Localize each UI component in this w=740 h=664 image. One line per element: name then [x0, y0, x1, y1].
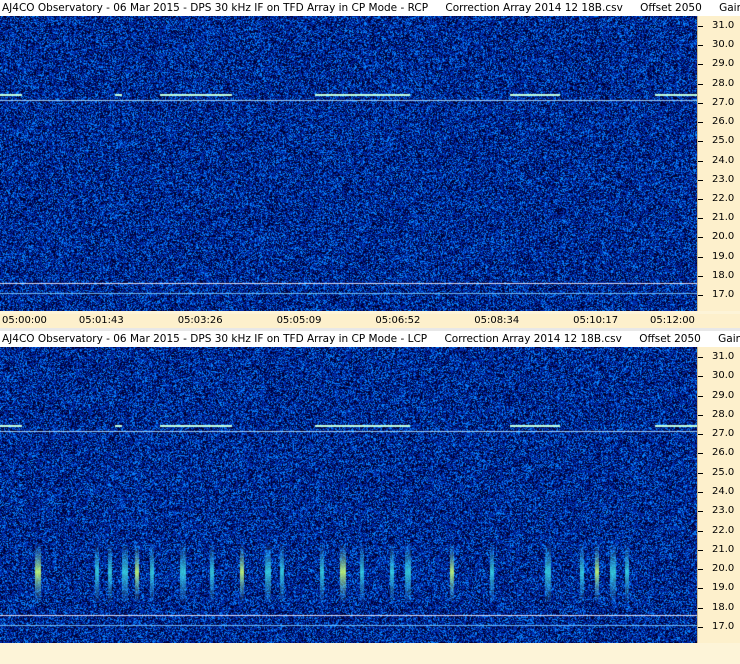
rcp-offset: Offset 2050 — [640, 2, 702, 14]
x-tick-label: 05:10:17 — [573, 315, 619, 326]
lcp-correction: Correction Array 2014 12 18B.csv — [444, 333, 622, 345]
lcp-offset: Offset 2050 — [639, 333, 701, 345]
x-tick-label: 05:01:43 — [78, 315, 124, 326]
rcp-spectrogram[interactable] — [0, 16, 697, 311]
lcp-title-bar: AJ4CO Observatory - 06 Mar 2015 - DPS 30… — [0, 331, 740, 347]
x-tick-label: 05:08:34 — [474, 315, 520, 326]
x-tick-label: 05:00:00 — [2, 315, 47, 326]
x-tick-label: 05:12:00 — [650, 315, 695, 326]
x-tick-label: 05:05:09 — [276, 315, 322, 326]
lcp-frequency-axis: 31.0 30.0 29.0 28.0 27.0 26.0 25.0 24.0 23.0 22.0… — [697, 347, 740, 643]
rcp-frequency-axis: 31.0 30.0 29.0 28.0 27.0 26.0 25.0 24.0 23.0 22.0… — [697, 16, 740, 311]
rcp-title: AJ4CO Observatory - 06 Mar 2015 - DPS 30… — [2, 2, 429, 14]
lcp-panel: AJ4CO Observatory - 06 Mar 2015 - DPS 30… — [0, 331, 740, 664]
rcp-correction: Correction Array 2014 12 18B.csv — [445, 2, 623, 14]
rcp-title-bar: AJ4CO Observatory - 06 Mar 2015 - DPS 30… — [0, 0, 740, 16]
x-tick-label: 05:06:52 — [375, 315, 421, 326]
rcp-gain: Gain 5.0 — [719, 2, 740, 14]
rcp-panel: AJ4CO Observatory - 06 Mar 2015 - DPS 30… — [0, 0, 740, 331]
lcp-title: AJ4CO Observatory - 06 Mar 2015 - DPS 30… — [2, 333, 428, 345]
lcp-gain: Gain 5.0 — [718, 333, 740, 345]
time-axis: 05:00:00 05:01:43 05:03:26 05:05:09 05:06:52… — [0, 314, 740, 328]
x-tick-label: 05:03:26 — [177, 315, 223, 326]
lcp-spectrogram[interactable] — [0, 347, 697, 643]
